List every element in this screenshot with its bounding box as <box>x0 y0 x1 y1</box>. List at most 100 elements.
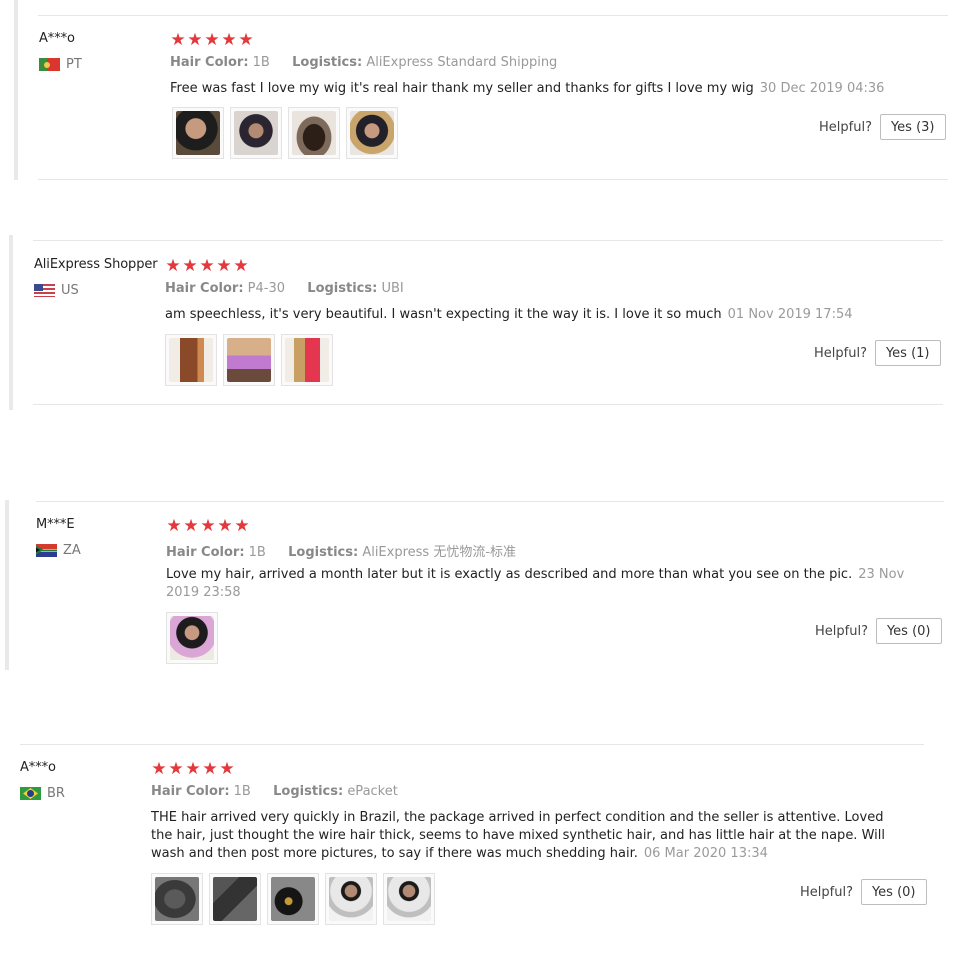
reviewer-country: ZA <box>36 543 81 558</box>
review-photo[interactable] <box>230 107 282 159</box>
review-body: am speechless, it's very beautiful. I wa… <box>165 307 722 322</box>
attr-key: Logistics: <box>292 55 363 70</box>
helpful-label: Helpful? <box>800 884 853 900</box>
reviewer-country: BR <box>20 786 65 801</box>
review-body: THE hair arrived very quickly in Brazil,… <box>151 810 885 861</box>
review-card: A***o PT ★ ★ ★ ★ ★ Hair Color: 1B Logist… <box>14 0 954 190</box>
star-icon: ★ <box>185 759 201 779</box>
portugal-flag-icon <box>39 58 60 71</box>
card-left-border <box>14 0 18 180</box>
attr-value: P4-30 <box>247 281 285 296</box>
review-photos <box>151 873 435 925</box>
attr-value: ePacket <box>347 784 398 799</box>
divider <box>33 240 943 241</box>
rating-stars: ★ ★ ★ ★ ★ <box>151 761 235 778</box>
star-icon: ★ <box>233 256 249 276</box>
star-icon: ★ <box>199 256 215 276</box>
attr-value: 1B <box>233 784 251 799</box>
review-attributes: Hair Color: 1B Logistics: AliExpress 无忧物… <box>166 541 516 560</box>
star-icon: ★ <box>202 759 218 779</box>
review-photo[interactable] <box>166 612 218 664</box>
review-photo[interactable] <box>165 334 217 386</box>
review-photo[interactable] <box>209 873 261 925</box>
review-photo[interactable] <box>281 334 333 386</box>
attr-key: Hair Color: <box>170 55 249 70</box>
reviewer-name: M***E <box>36 517 75 532</box>
usa-flag-icon <box>34 284 55 297</box>
review-photos <box>166 612 218 664</box>
review-card: AliExpress Shopper US ★ ★ ★ ★ ★ Hair Col… <box>9 230 949 415</box>
star-icon: ★ <box>216 256 232 276</box>
review-body: Free was fast I love my wig it's real ha… <box>170 81 754 96</box>
divider <box>36 501 944 502</box>
helpful-yes-button[interactable]: Yes (0) <box>875 618 942 644</box>
review-photo[interactable] <box>288 107 340 159</box>
attr-value: 1B <box>252 55 270 70</box>
reviewer-name: AliExpress Shopper <box>34 257 158 272</box>
country-code: PT <box>66 57 82 72</box>
review-attributes: Hair Color: 1B Logistics: ePacket <box>151 784 398 799</box>
helpful-vote: Helpful? Yes (1) <box>814 340 941 366</box>
star-icon: ★ <box>170 30 186 50</box>
south-africa-flag-icon <box>36 544 57 557</box>
star-icon: ★ <box>183 516 199 536</box>
star-icon: ★ <box>219 759 235 779</box>
attr-key: Logistics: <box>288 545 359 560</box>
star-icon: ★ <box>200 516 216 536</box>
country-code: ZA <box>63 543 81 558</box>
review-date: 06 Mar 2020 13:34 <box>643 846 768 861</box>
star-icon: ★ <box>187 30 203 50</box>
review-attributes: Hair Color: 1B Logistics: AliExpress Sta… <box>170 55 557 70</box>
review-photo[interactable] <box>346 107 398 159</box>
divider <box>20 744 924 745</box>
reviewer-name: A***o <box>39 31 75 46</box>
helpful-label: Helpful? <box>819 119 872 135</box>
star-icon: ★ <box>182 256 198 276</box>
divider <box>33 404 943 405</box>
reviewer-country: US <box>34 283 79 298</box>
review-text: am speechless, it's very beautiful. I wa… <box>165 306 925 324</box>
review-card: A***o BR ★ ★ ★ ★ ★ Hair Color: 1B Logist… <box>0 738 930 938</box>
divider <box>38 179 948 180</box>
review-attributes: Hair Color: P4-30 Logistics: UBI <box>165 281 404 296</box>
review-photos <box>165 334 333 386</box>
reviewer-name: A***o <box>20 760 56 775</box>
rating-stars: ★ ★ ★ ★ ★ <box>166 518 250 535</box>
attr-value: AliExpress 无忧物流-标准 <box>362 545 517 560</box>
review-photo[interactable] <box>325 873 377 925</box>
attr-key: Logistics: <box>273 784 344 799</box>
star-icon: ★ <box>234 516 250 536</box>
helpful-vote: Helpful? Yes (0) <box>800 879 927 905</box>
rating-stars: ★ ★ ★ ★ ★ <box>165 258 249 275</box>
helpful-yes-button[interactable]: Yes (1) <box>874 340 941 366</box>
review-text: Love my hair, arrived a month later but … <box>166 566 916 602</box>
review-photo[interactable] <box>151 873 203 925</box>
reviewer-country: PT <box>39 57 82 72</box>
star-icon: ★ <box>221 30 237 50</box>
divider <box>38 15 948 16</box>
helpful-vote: Helpful? Yes (0) <box>815 618 942 644</box>
review-text: THE hair arrived very quickly in Brazil,… <box>151 809 896 863</box>
helpful-yes-button[interactable]: Yes (0) <box>860 879 927 905</box>
review-photo[interactable] <box>172 107 224 159</box>
helpful-label: Helpful? <box>815 623 868 639</box>
helpful-label: Helpful? <box>814 345 867 361</box>
helpful-yes-button[interactable]: Yes (3) <box>879 114 946 140</box>
attr-key: Hair Color: <box>166 545 245 560</box>
attr-key: Hair Color: <box>151 784 230 799</box>
brazil-flag-icon <box>20 787 41 800</box>
helpful-vote: Helpful? Yes (3) <box>819 114 946 140</box>
card-left-border <box>9 235 13 410</box>
attr-value: 1B <box>248 545 266 560</box>
review-date: 01 Nov 2019 17:54 <box>727 307 853 322</box>
review-photo[interactable] <box>223 334 275 386</box>
star-icon: ★ <box>166 516 182 536</box>
star-icon: ★ <box>217 516 233 536</box>
star-icon: ★ <box>238 30 254 50</box>
review-photos <box>172 107 398 159</box>
star-icon: ★ <box>168 759 184 779</box>
country-code: BR <box>47 786 65 801</box>
review-photo[interactable] <box>267 873 319 925</box>
review-photo[interactable] <box>383 873 435 925</box>
card-left-border <box>5 500 9 670</box>
